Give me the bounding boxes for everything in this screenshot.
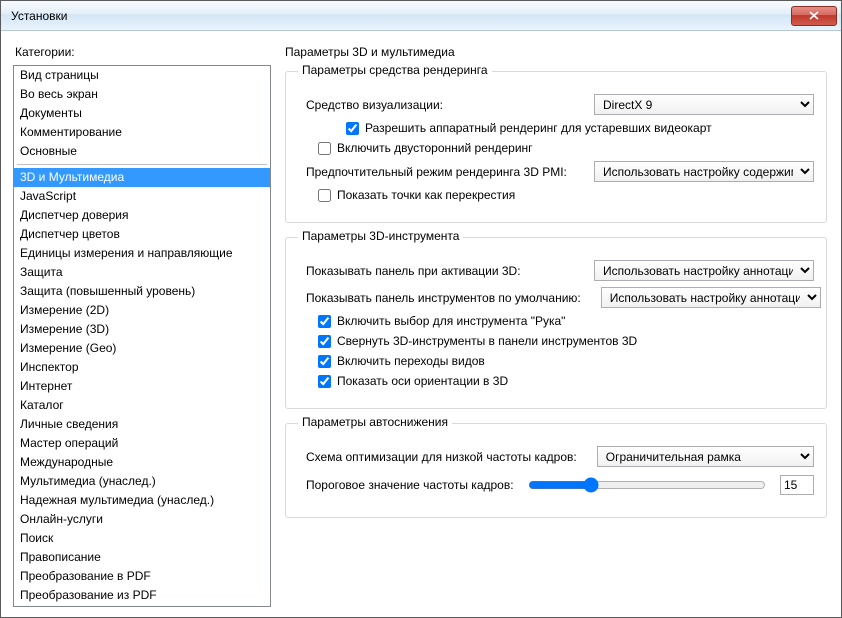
- default-toolbar-label: Показывать панель инструментов по умолча…: [306, 291, 581, 305]
- hand-select-checkbox[interactable]: [318, 315, 331, 328]
- category-separator: [17, 164, 267, 165]
- categories-listbox[interactable]: Вид страницыВо весь экранДокументыКоммен…: [13, 65, 271, 607]
- visualizer-label: Средство визуализации:: [306, 98, 443, 112]
- category-item[interactable]: Документы: [14, 104, 270, 123]
- transitions-checkbox[interactable]: [318, 355, 331, 368]
- category-item[interactable]: Преобразование в PDF: [14, 567, 270, 586]
- category-item[interactable]: Защита: [14, 263, 270, 282]
- visualizer-combo[interactable]: DirectX 9: [594, 94, 814, 115]
- content-area: Категории: Вид страницыВо весь экранДоку…: [1, 31, 841, 617]
- page-title: Параметры 3D и мультимедиа: [285, 45, 827, 59]
- category-item[interactable]: JavaScript: [14, 187, 270, 206]
- categories-panel: Категории: Вид страницыВо весь экранДоку…: [13, 41, 271, 607]
- category-item[interactable]: Каталог: [14, 396, 270, 415]
- category-item[interactable]: Диспетчер доверия: [14, 206, 270, 225]
- category-item[interactable]: Поиск: [14, 529, 270, 548]
- rendering-group-title: Параметры средства рендеринга: [298, 63, 492, 77]
- collapse-checkbox[interactable]: [318, 335, 331, 348]
- autodegrade-group: Параметры автоснижения Схема оптимизации…: [285, 423, 827, 518]
- category-item[interactable]: Международные: [14, 453, 270, 472]
- category-item[interactable]: Мультимедиа (унаслед.): [14, 472, 270, 491]
- category-item[interactable]: 3D и Мультимедиа: [14, 168, 270, 187]
- category-item[interactable]: Правописание: [14, 548, 270, 567]
- close-button[interactable]: [791, 6, 837, 26]
- category-item[interactable]: Преобразование из PDF: [14, 586, 270, 605]
- pmi-combo[interactable]: Использовать настройку содержимого: [594, 161, 814, 182]
- hw-legacy-label: Разрешить аппаратный рендеринг для устар…: [365, 121, 712, 135]
- close-icon: [809, 11, 819, 20]
- axes-checkbox[interactable]: [318, 375, 331, 388]
- category-item[interactable]: Мастер операций: [14, 434, 270, 453]
- category-item[interactable]: Диспетчер цветов: [14, 225, 270, 244]
- axes-label: Показать оси ориентации в 3D: [337, 374, 508, 388]
- settings-panel: Параметры 3D и мультимедиа Параметры сре…: [285, 41, 829, 607]
- tool-group-title: Параметры 3D-инструмента: [298, 229, 463, 243]
- category-item[interactable]: Измерение (2D): [14, 301, 270, 320]
- threshold-slider[interactable]: [528, 475, 766, 495]
- autodegrade-group-title: Параметры автоснижения: [298, 415, 452, 429]
- panel-activate-label: Показывать панель при активации 3D:: [306, 264, 521, 278]
- transitions-label: Включить переходы видов: [337, 354, 485, 368]
- category-item[interactable]: Защита (повышенный уровень): [14, 282, 270, 301]
- titlebar: Установки: [1, 1, 841, 31]
- pmi-label: Предпочтительный режим рендеринга 3D PMI…: [306, 165, 567, 179]
- rendering-group: Параметры средства рендеринга Средство в…: [285, 71, 827, 223]
- scheme-combo[interactable]: Ограничительная рамка: [597, 446, 814, 467]
- window-title: Установки: [11, 9, 67, 23]
- categories-label: Категории:: [15, 45, 271, 59]
- crosshair-label: Показать точки как перекрестия: [337, 188, 515, 202]
- default-toolbar-combo[interactable]: Использовать настройку аннотаций: [601, 287, 821, 308]
- category-item[interactable]: Во весь экран: [14, 85, 270, 104]
- category-item[interactable]: Измерение (3D): [14, 320, 270, 339]
- category-item[interactable]: Инспектор: [14, 358, 270, 377]
- category-item[interactable]: Измерение (Geo): [14, 339, 270, 358]
- category-item[interactable]: Единицы измерения и направляющие: [14, 244, 270, 263]
- double-sided-checkbox[interactable]: [318, 142, 331, 155]
- category-item[interactable]: Надежная мультимедиа (унаслед.): [14, 491, 270, 510]
- preferences-window: Установки Категории: Вид страницыВо весь…: [0, 0, 842, 618]
- panel-activate-combo[interactable]: Использовать настройку аннотаций: [594, 260, 814, 281]
- category-item[interactable]: Вид страницы: [14, 66, 270, 85]
- collapse-label: Свернуть 3D-инструменты в панели инструм…: [337, 334, 637, 348]
- category-item[interactable]: Личные сведения: [14, 415, 270, 434]
- category-item[interactable]: Онлайн-услуги: [14, 510, 270, 529]
- crosshair-checkbox[interactable]: [318, 189, 331, 202]
- double-sided-label: Включить двусторонний рендеринг: [337, 141, 533, 155]
- scheme-label: Схема оптимизации для низкой частоты кад…: [306, 450, 577, 464]
- threshold-input[interactable]: [780, 475, 814, 495]
- category-item[interactable]: Основные: [14, 142, 270, 161]
- category-item[interactable]: Комментирование: [14, 123, 270, 142]
- hw-legacy-checkbox[interactable]: [346, 122, 359, 135]
- threshold-label: Пороговое значение частоты кадров:: [306, 478, 514, 492]
- tool-group: Параметры 3D-инструмента Показывать пане…: [285, 237, 827, 409]
- hand-select-label: Включить выбор для инструмента "Рука": [337, 314, 565, 328]
- category-item[interactable]: Интернет: [14, 377, 270, 396]
